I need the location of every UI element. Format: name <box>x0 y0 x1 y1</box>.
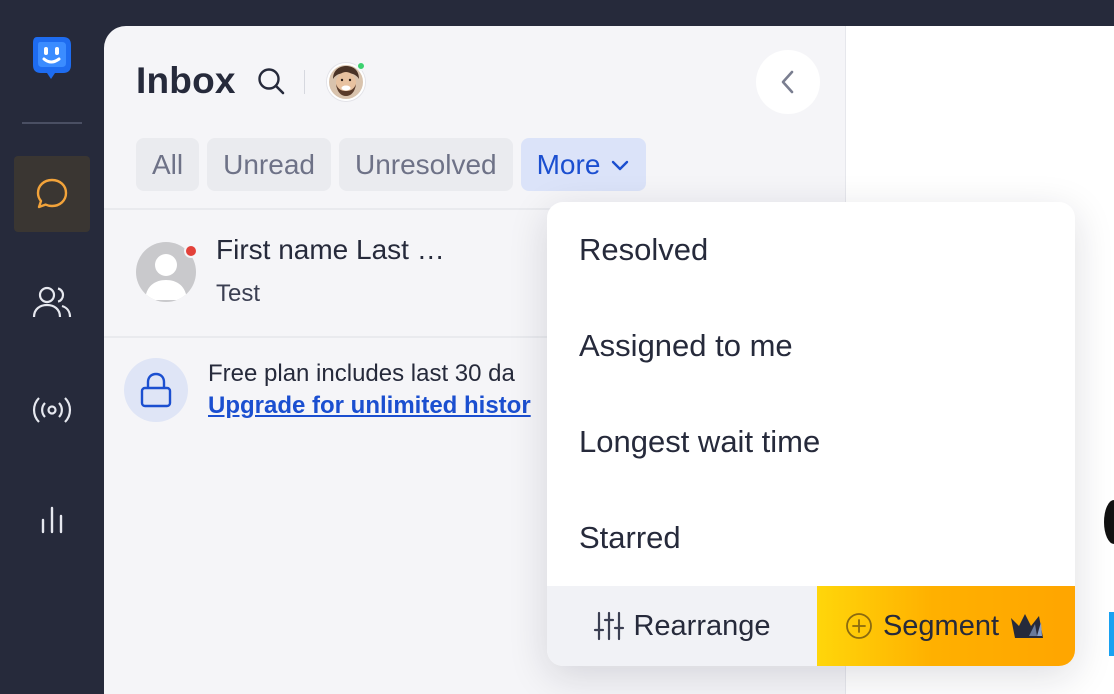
rearrange-label: Rearrange <box>633 609 771 642</box>
menu-item-resolved[interactable]: Resolved <box>547 202 1075 298</box>
lock-badge <box>124 358 188 422</box>
plan-notice-text: Free plan includes last 30 da <box>208 360 515 387</box>
page-title: Inbox <box>136 60 236 101</box>
chat-icon <box>36 178 68 209</box>
online-status-dot <box>356 61 366 71</box>
reports-icon <box>41 506 63 534</box>
conversation-preview: Test <box>216 280 261 307</box>
conversation-name: First name Last … <box>216 234 445 265</box>
header-divider <box>304 70 305 94</box>
crown-icon <box>1011 614 1044 638</box>
sliders-icon <box>594 611 625 641</box>
unread-dot <box>184 244 198 258</box>
lock-icon <box>140 372 172 408</box>
menu-item-assigned-to-me[interactable]: Assigned to me <box>547 298 1075 394</box>
nav-chat-button[interactable] <box>14 156 90 232</box>
tab-unread[interactable]: Unread <box>207 138 331 191</box>
tab-all[interactable]: All <box>136 138 200 191</box>
rearrange-button[interactable]: Rearrange <box>547 586 817 666</box>
chevron-down-icon <box>612 160 629 170</box>
dropdown-footer: Rearrange Segment <box>547 586 1075 666</box>
segment-button[interactable]: Segment <box>817 586 1075 666</box>
chevron-left-icon <box>781 70 794 94</box>
more-dropdown-menu: Resolved Assigned to me Longest wait tim… <box>547 202 1075 666</box>
nav-broadcast-button[interactable] <box>14 372 90 448</box>
tab-unresolved[interactable]: Unresolved <box>338 138 513 191</box>
filter-tabs: All Unread Unresolved More <box>136 138 647 191</box>
tab-more-dropdown[interactable]: More <box>520 138 647 191</box>
segment-label: Segment <box>882 609 1000 642</box>
sidebar-divider <box>22 122 82 124</box>
contacts-icon <box>32 286 72 318</box>
agent-avatar-button[interactable] <box>327 61 366 101</box>
search-button[interactable] <box>254 64 288 98</box>
menu-item-longest-wait-time[interactable]: Longest wait time <box>547 394 1075 490</box>
upgrade-link[interactable]: Upgrade for unlimited histor <box>208 392 531 420</box>
tab-more-label: More <box>536 148 601 180</box>
collapse-panel-button[interactable] <box>756 50 820 114</box>
edge-graphic <box>1109 612 1114 656</box>
plus-circle-icon <box>846 613 872 639</box>
nav-contacts-button[interactable] <box>14 264 90 340</box>
search-icon <box>258 68 285 95</box>
app-logo-icon[interactable] <box>29 33 75 79</box>
sidebar <box>0 0 104 694</box>
nav-reports-button[interactable] <box>14 481 90 557</box>
menu-item-starred[interactable]: Starred <box>547 490 1075 586</box>
broadcast-icon <box>32 397 72 423</box>
